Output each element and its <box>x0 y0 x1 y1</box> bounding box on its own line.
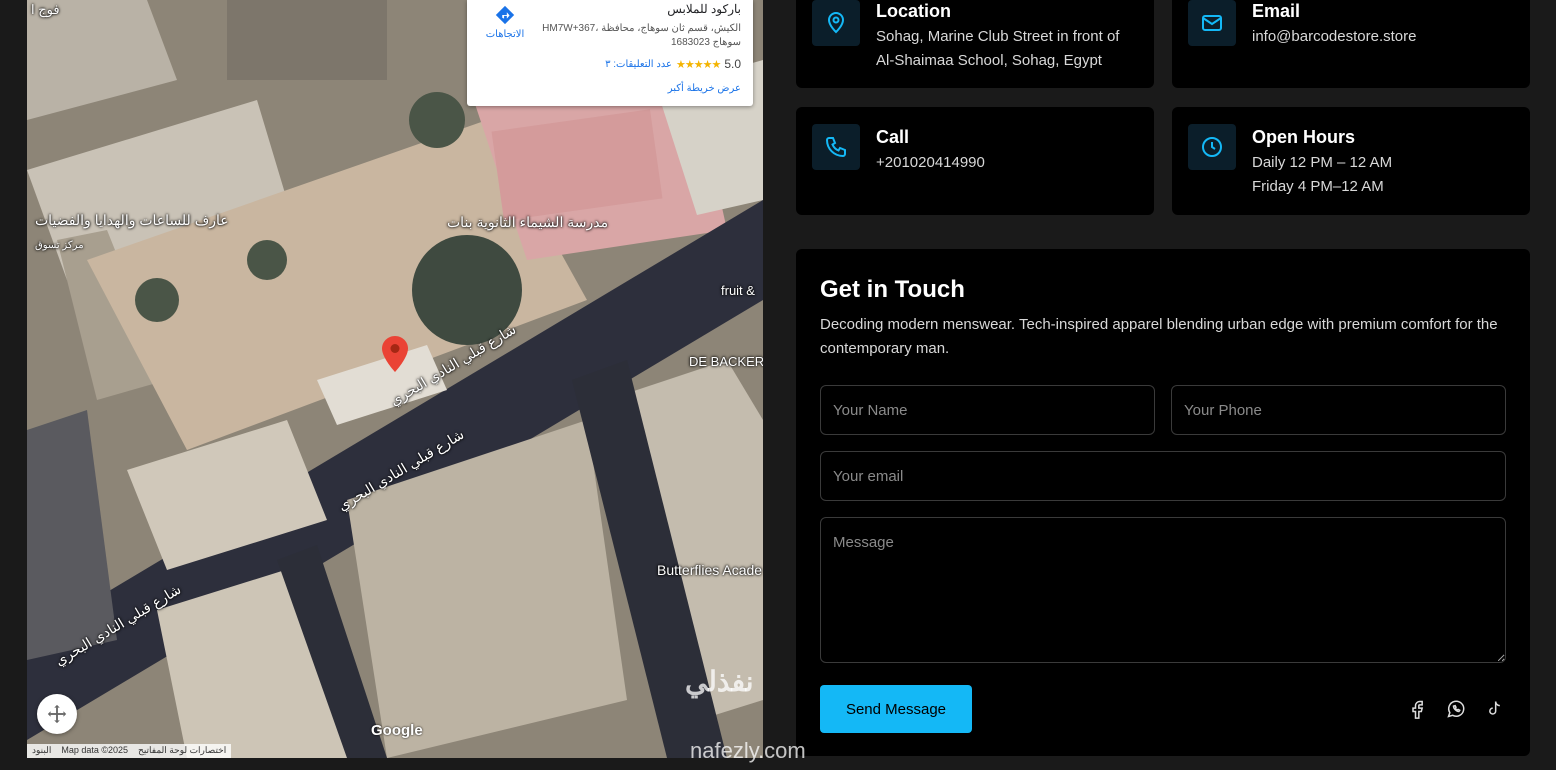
map-terms-link[interactable]: البنود <box>27 744 56 758</box>
directions-button[interactable]: الاتجاهات <box>481 4 529 40</box>
location-title: Location <box>876 1 951 21</box>
location-line-2: Al-Shaimaa School, Sohag, Egypt <box>876 52 1102 69</box>
call-number[interactable]: +201020414990 <box>876 154 985 171</box>
email-input[interactable] <box>820 451 1506 501</box>
map-label-watches-shop[interactable]: عارف للساعات والهدايا والفضيات <box>35 212 229 229</box>
place-address: HM7W+367، الكيش، قسم ثان سوهاج، محافظة س… <box>542 23 741 48</box>
place-reviews-link[interactable]: عدد التعليقات: ٣ <box>605 59 672 70</box>
mail-icon <box>1202 15 1222 31</box>
hours-icon-box <box>1188 124 1236 170</box>
tiktok-icon[interactable] <box>1482 697 1506 721</box>
clock-icon <box>1202 137 1222 157</box>
name-input[interactable] <box>820 385 1155 435</box>
view-larger-map-link[interactable]: عرض خريطة أكبر <box>668 83 741 94</box>
whatsapp-icon[interactable] <box>1444 697 1468 721</box>
map-place-card: باركود للملابس HM7W+367، الكيش، قسم ثان … <box>467 0 753 106</box>
map-label-corner: فوج ا <box>31 2 60 17</box>
location-pin-icon[interactable] <box>382 336 408 372</box>
google-map[interactable]: فوج ا مدرسة الشيماء الثانوية بنات عارف ل… <box>27 0 763 758</box>
location-line-1: Sohag, Marine Club Street in front of <box>876 28 1120 45</box>
keyboard-shortcuts-link[interactable]: اختصارات لوحة المفاتيح <box>133 744 231 758</box>
map-label-butterflies[interactable]: Butterflies Acade <box>657 562 762 578</box>
place-rating-value: 5.0 <box>724 57 741 71</box>
place-rating: عدد التعليقات: ٣ ★★★★★ 5.0 <box>605 57 741 71</box>
phone-input[interactable] <box>1171 385 1506 435</box>
place-name: باركود للملابس <box>667 2 741 16</box>
map-pan-control[interactable] <box>37 694 77 734</box>
directions-label: الاتجاهات <box>485 29 525 40</box>
message-textarea[interactable] <box>820 517 1506 663</box>
call-icon-box <box>812 124 860 170</box>
map-label-fruit[interactable]: fruit & <box>721 283 755 298</box>
map-label-debackers[interactable]: DE BACKER <box>689 354 763 369</box>
map-attribution: البنود Map data ©2025 اختصارات لوحة المف… <box>27 744 232 758</box>
facebook-icon[interactable] <box>1406 697 1430 721</box>
email-title: Email <box>1252 1 1301 21</box>
map-pin-icon <box>827 12 845 34</box>
social-links <box>1406 697 1506 721</box>
form-description: Decoding modern menswear. Tech-inspired … <box>820 316 1498 357</box>
email-address[interactable]: info@barcodestore.store <box>1252 28 1416 45</box>
google-logo: Google <box>371 722 423 739</box>
contact-page: فوج ا مدرسة الشيماء الثانوية بنات عارف ل… <box>0 0 1556 770</box>
map-label-shopping: مركز تسوق <box>35 240 84 251</box>
map-label-school[interactable]: مدرسة الشيماء الثانوية بنات <box>447 214 608 231</box>
call-card: Call +201020414990 <box>796 107 1154 215</box>
open-hours-card: Open Hours Daily 12 PM – 12 AM Friday 4 … <box>1172 107 1530 215</box>
hours-line-2: Friday 4 PM–12 AM <box>1252 178 1384 195</box>
call-title: Call <box>876 127 910 147</box>
map-data-text: Map data ©2025 <box>61 745 129 755</box>
email-icon-box <box>1188 0 1236 46</box>
form-title: Get in Touch <box>820 276 965 303</box>
location-card: Location Sohag, Marine Club Street in fr… <box>796 0 1154 88</box>
contact-form-card: Get in Touch Decoding modern menswear. T… <box>796 249 1530 756</box>
email-card: Email info@barcodestore.store <box>1172 0 1530 88</box>
satellite-imagery <box>27 0 763 758</box>
phone-icon <box>825 137 846 158</box>
directions-icon <box>495 5 515 25</box>
send-message-button[interactable]: Send Message <box>820 685 972 733</box>
location-icon-box <box>812 0 860 46</box>
star-rating-icon: ★★★★★ <box>676 58 721 71</box>
move-arrows-icon <box>47 704 67 724</box>
hours-title: Open Hours <box>1252 127 1356 147</box>
hours-line-1: Daily 12 PM – 12 AM <box>1252 154 1393 171</box>
